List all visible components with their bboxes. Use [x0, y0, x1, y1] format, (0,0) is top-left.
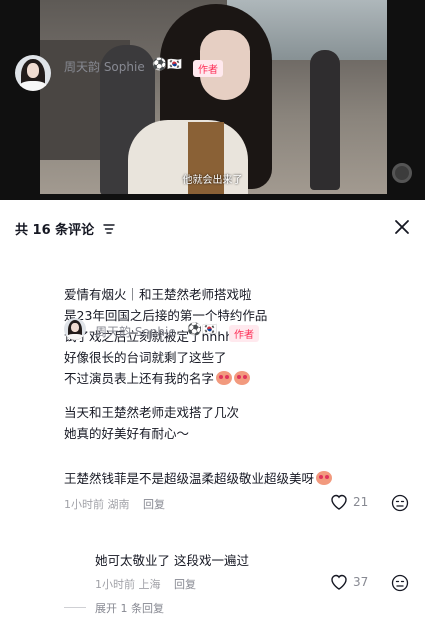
reply-username[interactable]: 周天韵 Sophie [95, 323, 176, 340]
reply-button[interactable]: 回复 [143, 498, 165, 511]
comment-line: 不过演员表上还有我的名字 [64, 371, 215, 386]
user-badges: ⚽🇰🇷 [152, 57, 182, 71]
author-badge: 作者 [229, 325, 259, 342]
like-count: 21 [353, 495, 369, 509]
floating-button[interactable] [392, 163, 412, 183]
comment-time: 1小时前 [64, 498, 104, 511]
avatar[interactable] [15, 55, 51, 91]
author-badge: 作者 [193, 60, 223, 77]
comment-username[interactable]: 周天韵 Sophie [64, 58, 145, 75]
like-count: 37 [353, 575, 369, 589]
reply-meta: 1小时前 上海 回复 [95, 576, 196, 592]
expand-divider [64, 607, 86, 608]
reply-time: 1小时前 [95, 578, 135, 591]
dislike-face-icon[interactable] [391, 574, 409, 592]
reply-location: 上海 [138, 578, 161, 591]
like-button[interactable]: 37 [330, 574, 368, 590]
comment-meta: 1小时前 湖南 回复 [64, 496, 165, 512]
comments-count-title: 共 16 条评论 [15, 223, 95, 238]
comment-line: 她真的好美好有耐心～ [64, 426, 190, 441]
video-player[interactable]: 他就会出来了 [0, 0, 425, 200]
reply-button[interactable]: 回复 [174, 578, 196, 591]
video-frame [40, 0, 387, 194]
comment-line: 爱情有烟火｜和王楚然老师搭戏啦 [64, 287, 252, 302]
like-button[interactable]: 21 [330, 494, 368, 510]
user-badges: ⚽🇰🇷 [187, 322, 217, 336]
video-subtitle: 他就会出来了 [182, 175, 243, 186]
comments-header: 共 16 条评论 [15, 219, 115, 238]
blush-emoji-icon [316, 471, 333, 485]
blush-emoji-icon [216, 371, 233, 385]
comment-line-wrap: 不过演员表上还有我的名字 [64, 369, 251, 389]
expand-replies-button[interactable]: 展开 1 条回复 [95, 600, 164, 616]
reply-text: 她可太敬业了 这段戏一遍过 [95, 553, 249, 568]
comment-line: 王楚然钱菲是不是超级温柔超级敬业超级美呀 [64, 471, 315, 486]
heart-icon [331, 574, 347, 590]
comment-line: 好像很长的台词就剩了这些了 [64, 350, 227, 365]
blush-emoji-icon [234, 371, 251, 385]
sort-icon[interactable] [102, 223, 115, 238]
dislike-face-icon[interactable] [391, 494, 409, 512]
heart-icon [331, 494, 347, 510]
avatar[interactable] [64, 318, 86, 340]
comment-location: 湖南 [107, 498, 130, 511]
close-icon[interactable] [392, 217, 412, 237]
comment-line: 当天和王楚然老师走戏搭了几次 [64, 405, 240, 420]
comment-line-wrap: 王楚然钱菲是不是超级温柔超级敬业超级美呀 [64, 469, 333, 489]
